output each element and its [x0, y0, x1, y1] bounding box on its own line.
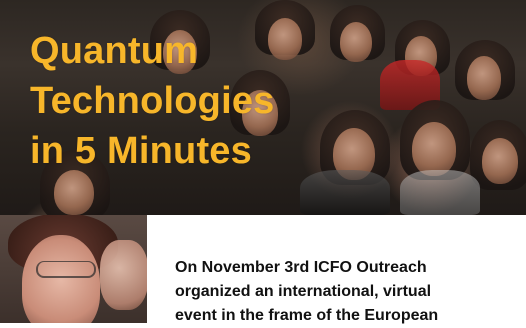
title-line-3: in 5 Minutes: [30, 130, 252, 172]
article-body: On November 3rd ICFO Outreach organized …: [175, 256, 526, 328]
article-title: Quantum Technologies in 5 Minutes: [30, 26, 275, 176]
body-line-2: organized an international, virtual: [175, 283, 432, 300]
body-line-1: On November 3rd ICFO Outreach: [175, 259, 427, 276]
speaker-portrait-image: [0, 215, 147, 323]
body-line-3: event in the frame of the European: [175, 307, 439, 324]
title-line-2: Technologies: [30, 80, 275, 122]
title-line-1: Quantum: [30, 30, 199, 72]
hero-photo-audience: Quantum Technologies in 5 Minutes: [0, 0, 526, 215]
